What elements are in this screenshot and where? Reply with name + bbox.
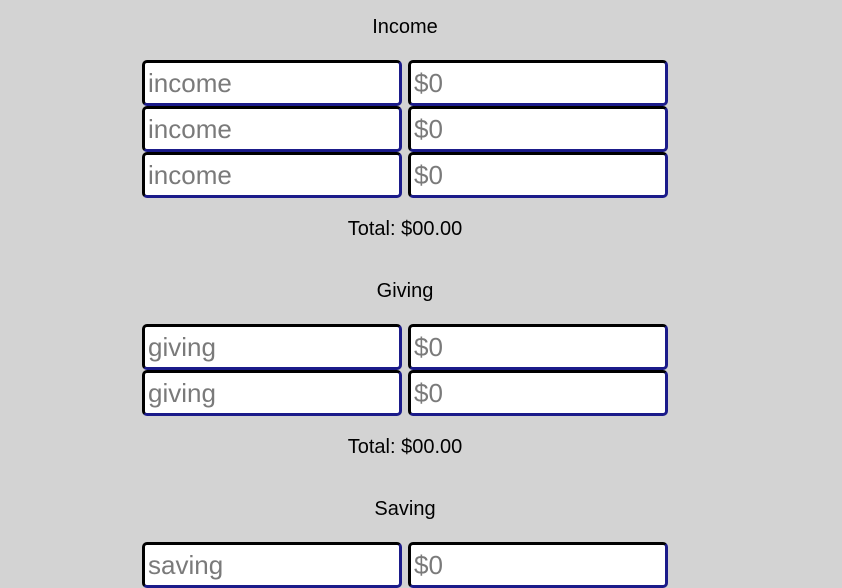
giving-name-input[interactable] [142,370,402,416]
income-total: Total: $00.00 [347,218,463,240]
saving-row [142,542,810,588]
income-title: Income [372,16,438,38]
saving-rows [142,542,810,588]
income-name-input[interactable] [142,60,402,106]
giving-row [142,324,810,370]
giving-name-input[interactable] [142,324,402,370]
saving-amount-input[interactable] [408,542,668,588]
saving-title: Saving [374,498,436,520]
income-row [142,106,810,152]
giving-rows [142,324,810,416]
income-name-input[interactable] [142,152,402,198]
income-name-input[interactable] [142,106,402,152]
income-amount-input[interactable] [408,60,668,106]
giving-total: Total: $00.00 [347,436,463,458]
income-row [142,152,810,198]
giving-amount-input[interactable] [408,370,668,416]
giving-section: Giving Total: $00.00 [0,279,810,459]
giving-amount-input[interactable] [408,324,668,370]
income-row [142,60,810,106]
income-amount-input[interactable] [408,106,668,152]
giving-row [142,370,810,416]
giving-title: Giving [376,280,434,302]
saving-section: Saving [0,497,810,588]
income-section: Income Total: $00.00 [0,15,810,241]
saving-name-input[interactable] [142,542,402,588]
income-rows [142,60,810,198]
income-amount-input[interactable] [408,152,668,198]
